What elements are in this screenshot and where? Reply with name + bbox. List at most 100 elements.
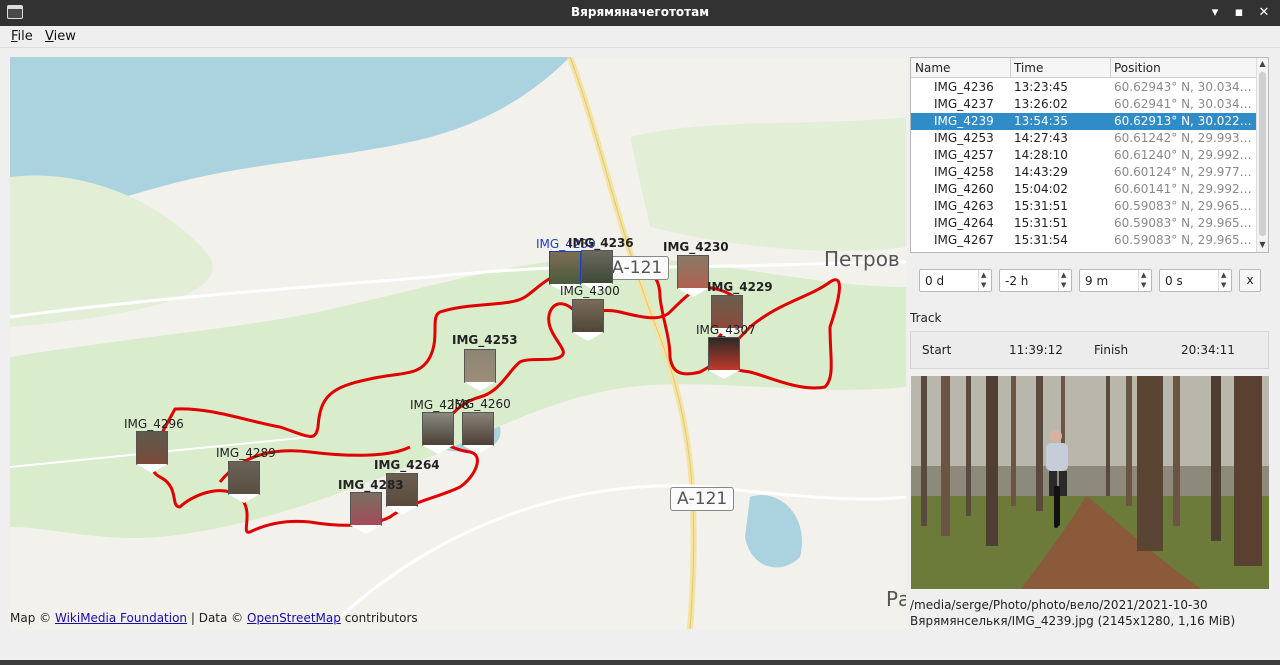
marker-label: IMG_4283 <box>338 478 404 492</box>
photo-thumbnail <box>228 461 260 495</box>
photo-marker[interactable] <box>708 337 740 379</box>
marker-label: IMG_4296 <box>124 417 184 431</box>
table-scrollbar[interactable]: ▲ ▼ <box>1256 58 1268 252</box>
marker-label: IMG_4229 <box>707 280 773 294</box>
days-offset-spinbox[interactable]: 0 d ▲ ▼ <box>919 269 992 292</box>
minimize-button[interactable]: ▾ <box>1206 4 1224 22</box>
photo-marker[interactable] <box>462 412 494 454</box>
photo-marker[interactable] <box>422 412 454 454</box>
table-header: Name Time Position <box>911 58 1257 78</box>
marker-pin <box>136 464 168 473</box>
marker-label: IMG_4253 <box>452 333 518 347</box>
photo-marker[interactable] <box>572 299 604 341</box>
photo-marker[interactable] <box>350 492 382 534</box>
marker-pin <box>462 445 494 454</box>
scrollbar-thumb[interactable] <box>1259 72 1266 236</box>
track-start-time: 11:39:12 <box>1009 343 1063 357</box>
road-minor <box>338 484 906 619</box>
marker-pin <box>708 370 740 379</box>
spin-arrows[interactable]: ▲ ▼ <box>978 270 991 291</box>
photo-marker[interactable] <box>677 255 709 297</box>
track-info-box: Start 11:39:12 Finish 20:34:11 <box>910 331 1269 369</box>
marker-label: IMG_4307 <box>696 323 756 337</box>
photo-thumbnail <box>549 251 581 285</box>
column-header-name[interactable]: Name <box>915 61 950 75</box>
photo-thumbnail <box>708 337 740 371</box>
marker-label: IMG_4230 <box>663 240 729 254</box>
marker-label: IMG_4289 <box>216 446 276 460</box>
window-title: Вярямяначегототам <box>571 5 709 19</box>
bottom-border <box>0 660 1280 665</box>
openstreetmap-link[interactable]: OpenStreetMap <box>247 611 341 625</box>
photo-thumbnail <box>581 250 613 284</box>
track-start-label: Start <box>922 343 952 357</box>
forest-area <box>630 117 906 251</box>
wikimedia-link[interactable]: WikiMedia Foundation <box>55 611 187 625</box>
menubar: File View <box>0 26 1280 48</box>
table-row-selected[interactable]: IMG_4239 13:54:35 60.62913° N, 30.02262... <box>911 113 1257 130</box>
photo-thumbnail <box>464 349 496 383</box>
photo-thumbnail <box>350 492 382 526</box>
marker-label: IMG_4264 <box>374 458 440 472</box>
close-button[interactable]: ✕ <box>1255 4 1273 22</box>
column-header-time[interactable]: Time <box>1014 61 1043 75</box>
photo-thumbnail <box>422 412 454 446</box>
table-row[interactable]: IMG_4236 13:23:45 60.62943° N, 30.03411... <box>911 79 1257 96</box>
minutes-offset-spinbox[interactable]: 9 m ▲ ▼ <box>1079 269 1152 292</box>
table-row[interactable]: IMG_4253 14:27:43 60.61242° N, 29.99300... <box>911 130 1257 147</box>
table-row[interactable]: IMG_4257 14:28:10 60.61240° N, 29.99292... <box>911 147 1257 164</box>
spin-arrows[interactable]: ▲ ▼ <box>1058 270 1071 291</box>
photo-table[interactable]: Name Time Position IMG_4236 13:23:45 60.62… <box>910 57 1269 253</box>
marker-pin <box>350 525 382 534</box>
map-view[interactable]: А-121 А-121 Петров Ра IMG_4239 IMG_4236 … <box>10 57 906 629</box>
track-finish-label: Finish <box>1094 343 1129 357</box>
photo-marker[interactable] <box>464 349 496 391</box>
photo-marker[interactable] <box>228 461 260 503</box>
photo-path-line: /media/serge/Photo/photo/вело/2021/2021-… <box>910 598 1208 612</box>
photo-marker[interactable] <box>136 431 168 473</box>
scroll-up-icon[interactable]: ▲ <box>1257 58 1268 70</box>
seconds-offset-spinbox[interactable]: 0 s ▲ ▼ <box>1159 269 1232 292</box>
road-sign: А-121 <box>670 487 735 511</box>
main-window: File View А-121 А-121 Петров Ра IMG_4239… <box>0 26 1280 660</box>
scroll-down-icon[interactable]: ▼ <box>1257 239 1268 251</box>
menu-view[interactable]: View <box>45 29 76 44</box>
map-attribution: Map © WikiMedia Foundation | Data © Open… <box>10 611 418 625</box>
hours-offset-spinbox[interactable]: -2 h ▲ ▼ <box>999 269 1072 292</box>
table-row[interactable]: IMG_4260 15:04:02 60.60141° N, 29.99211... <box>911 181 1257 198</box>
photo-thumbnail <box>462 412 494 446</box>
clear-offset-button[interactable]: x <box>1239 269 1261 292</box>
road-sign: А-121 <box>605 256 670 280</box>
photo-thumbnail <box>136 431 168 465</box>
table-row[interactable]: IMG_4263 15:31:51 60.59083° N, 29.96548... <box>911 198 1257 215</box>
table-row[interactable]: IMG_4237 13:26:02 60.62941° N, 30.03402... <box>911 96 1257 113</box>
column-header-position[interactable]: Position <box>1114 61 1161 75</box>
marker-pin <box>572 332 604 341</box>
marker-pin <box>228 494 260 503</box>
marker-pin <box>464 382 496 391</box>
photo-preview-image <box>911 376 1269 589</box>
spin-arrows[interactable]: ▲ ▼ <box>1138 270 1151 291</box>
table-row[interactable]: IMG_4267 15:31:54 60.59083° N, 29.96547... <box>911 232 1257 249</box>
track-group-title: Track <box>910 311 942 325</box>
photo-file-info: /media/serge/Photo/photo/вело/2021/2021-… <box>910 597 1235 629</box>
maximize-button[interactable]: ▪ <box>1230 4 1248 22</box>
marker-label: IMG_4236 <box>568 236 634 250</box>
lake-water-small <box>745 495 802 568</box>
menu-file[interactable]: File <box>11 29 33 44</box>
photo-file-line: Вярямянселькя/IMG_4239.jpg (2145x1280, 1… <box>910 614 1236 628</box>
marker-pin <box>677 288 709 297</box>
window-titlebar: Вярямяначегототам ▾ ▪ ✕ <box>0 0 1280 26</box>
marker-pin <box>386 506 418 515</box>
spin-arrows[interactable]: ▲ ▼ <box>1218 270 1231 291</box>
marker-label: IMG_4300 <box>560 284 620 298</box>
photo-thumbnail <box>572 299 604 333</box>
place-label: Петров <box>824 247 900 271</box>
place-label: Ра <box>886 587 906 611</box>
table-row[interactable]: IMG_4258 14:43:29 60.60124° N, 29.97799... <box>911 164 1257 181</box>
table-row[interactable]: IMG_4264 15:31:51 60.59083° N, 29.96548... <box>911 215 1257 232</box>
track-finish-time: 20:34:11 <box>1181 343 1235 357</box>
marker-label: IMG_4260 <box>451 397 511 411</box>
photo-preview <box>911 376 1269 589</box>
marker-pin <box>422 445 454 454</box>
